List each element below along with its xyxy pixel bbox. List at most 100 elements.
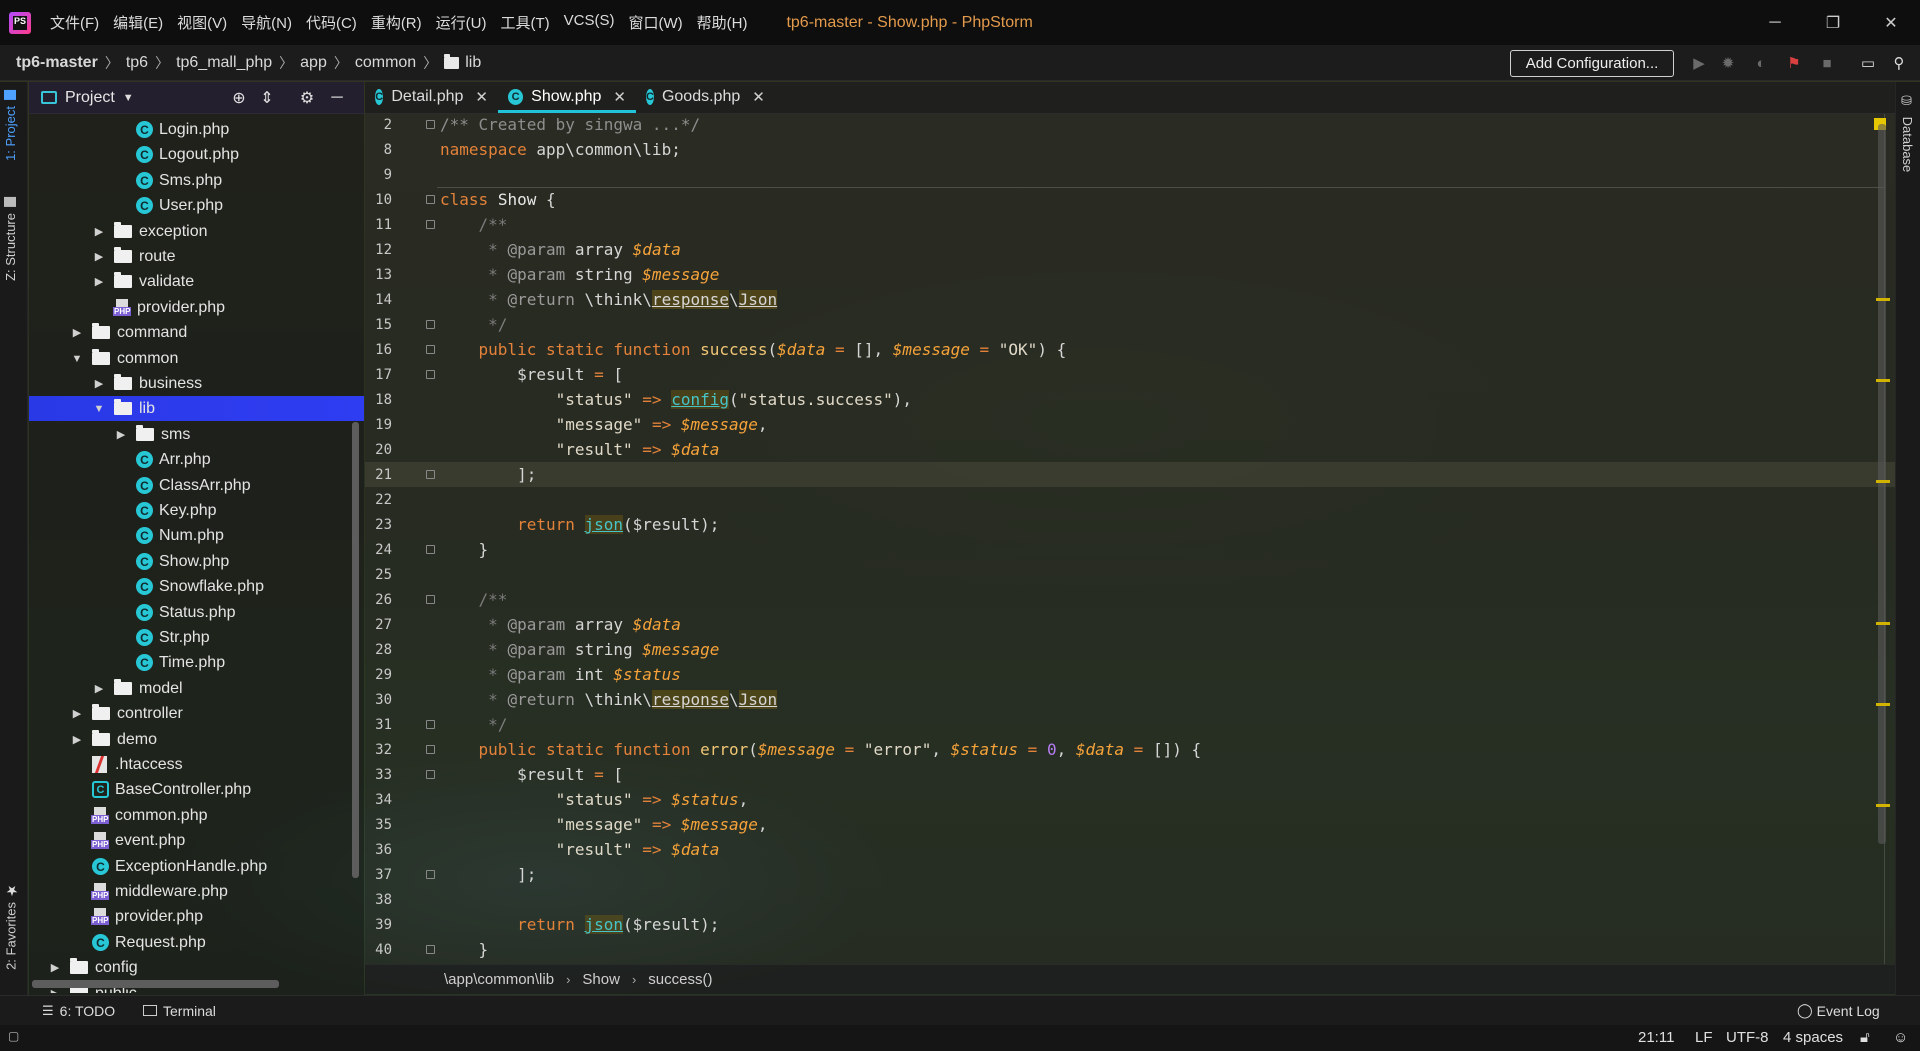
chevron-right-icon[interactable]: ▶ (114, 428, 128, 441)
crumb-app[interactable]: app (300, 54, 327, 72)
chevron-right-icon[interactable]: ▶ (92, 377, 106, 390)
tree-file-arr-php[interactable]: C Arr.php (29, 447, 364, 472)
code-line[interactable]: 8 namespace app\common\lib; (365, 137, 1895, 162)
menu-file[interactable]: 文件(F) (43, 12, 106, 33)
line-number[interactable]: 16 (366, 342, 392, 358)
add-configuration-button[interactable]: Add Configuration... (1510, 50, 1674, 77)
line-number[interactable]: 15 (366, 317, 392, 333)
code-line[interactable]: 30 * @return \think\response\Json (365, 687, 1895, 712)
warning-marker[interactable] (1876, 703, 1890, 706)
tree-folder-demo[interactable]: ▶ demo (29, 727, 364, 752)
line-number[interactable]: 40 (366, 942, 392, 958)
menu-run[interactable]: 运行(U) (429, 12, 494, 33)
code-line[interactable]: 16 public static function success($data … (365, 337, 1895, 362)
restore-button[interactable]: ❐ (1804, 0, 1862, 45)
tree-file-exceptionhandle-php[interactable]: C ExceptionHandle.php (29, 854, 364, 879)
line-number[interactable]: 30 (366, 692, 392, 708)
fold-marker-icon[interactable] (426, 720, 435, 729)
phpstorm-logo-icon[interactable]: PS (9, 11, 31, 34)
tree-folder-route[interactable]: ▶ route (29, 244, 364, 269)
tree-file-classarr-php[interactable]: C ClassArr.php (29, 473, 364, 498)
locate-icon[interactable]: ⊕ (229, 88, 249, 108)
code-line[interactable]: 2 /** Created by singwa ...*/ (365, 114, 1895, 137)
code-line[interactable]: 19 "message" => $message, (365, 412, 1895, 437)
line-number[interactable]: 22 (366, 492, 392, 508)
line-number[interactable]: 37 (366, 867, 392, 883)
fold-marker-icon[interactable] (426, 195, 435, 204)
run-icon[interactable]: ▶ (1689, 53, 1709, 73)
collapse-all-icon[interactable]: ⇕ (257, 88, 277, 108)
fold-marker-icon[interactable] (426, 370, 435, 379)
tree-folder-validate[interactable]: ▶ validate (29, 269, 364, 294)
tree-file--htaccess[interactable]: .htaccess (29, 752, 364, 777)
code-line[interactable]: 22 (365, 487, 1895, 512)
fold-marker-icon[interactable] (426, 595, 435, 604)
line-number[interactable]: 28 (366, 642, 392, 658)
line-number[interactable]: 21 (366, 467, 392, 483)
caret-position[interactable]: 21:11 (1638, 1029, 1674, 1046)
tree-file-num-php[interactable]: C Num.php (29, 523, 364, 548)
tree-folder-exception[interactable]: ▶ exception (29, 219, 364, 244)
line-number[interactable]: 32 (366, 742, 392, 758)
crumb-common[interactable]: common (355, 54, 416, 72)
close-icon[interactable]: ✕ (752, 88, 765, 106)
tree-file-provider-php[interactable]: provider.php (29, 904, 364, 929)
code-line[interactable]: 20 "result" => $data (365, 437, 1895, 462)
fold-marker-icon[interactable] (426, 320, 435, 329)
line-number[interactable]: 13 (366, 267, 392, 283)
tab-favorites-tool[interactable]: 2: Favorites ★ (3, 882, 19, 970)
code-line[interactable]: 36 "result" => $data (365, 837, 1895, 862)
tree-file-status-php[interactable]: C Status.php (29, 600, 364, 625)
tree-file-common-php[interactable]: common.php (29, 803, 364, 828)
fold-marker-icon[interactable] (426, 770, 435, 779)
inspector-icon[interactable]: ☺ (1893, 1029, 1908, 1046)
chevron-right-icon[interactable]: ▶ (92, 250, 106, 263)
menu-refactor[interactable]: 重构(R) (364, 12, 429, 33)
fold-marker-icon[interactable] (426, 220, 435, 229)
chevron-right-icon[interactable]: ▶ (70, 733, 84, 746)
line-number[interactable]: 33 (366, 767, 392, 783)
tree-folder-common[interactable]: ▼ common (29, 346, 364, 371)
crumb-tp6[interactable]: tp6 (126, 54, 148, 72)
code-editor[interactable]: 2 /** Created by singwa ...*/ 8 namespace a… (365, 114, 1895, 964)
tree-folder-model[interactable]: ▶ model (29, 676, 364, 701)
tree-folder-controller[interactable]: ▶ controller (29, 701, 364, 726)
gear-icon[interactable]: ⚙ (297, 88, 317, 108)
menu-tools[interactable]: 工具(T) (493, 12, 556, 33)
code-line[interactable]: 40 } (365, 937, 1895, 962)
warning-marker[interactable] (1876, 379, 1890, 382)
chevron-right-icon[interactable]: ▶ (92, 225, 106, 238)
crumb-class[interactable]: Show (582, 971, 620, 988)
warning-marker[interactable] (1876, 804, 1890, 807)
menu-view[interactable]: 视图(V) (170, 12, 234, 33)
fold-marker-icon[interactable] (426, 345, 435, 354)
line-number[interactable]: 31 (366, 717, 392, 733)
tab-detail-php[interactable]: C Detail.php ✕ (365, 81, 498, 113)
menu-vcs[interactable]: VCS(S) (557, 12, 622, 33)
fold-marker-icon[interactable] (426, 870, 435, 879)
chevron-down-icon[interactable]: ▼ (92, 403, 106, 415)
code-line[interactable]: 18 "status" => config("status.success"), (365, 387, 1895, 412)
stop-icon[interactable]: ■ (1817, 53, 1837, 73)
code-line[interactable]: 37 ]; (365, 862, 1895, 887)
line-number[interactable]: 23 (366, 517, 392, 533)
code-line[interactable]: 11 /** (365, 212, 1895, 237)
code-line[interactable]: 17 $result = [ (365, 362, 1895, 387)
line-number[interactable]: 34 (366, 792, 392, 808)
line-number[interactable]: 8 (366, 142, 392, 158)
warning-marker[interactable] (1876, 480, 1890, 483)
code-line[interactable]: 39 return json($result); (365, 912, 1895, 937)
line-number[interactable]: 14 (366, 292, 392, 308)
line-number[interactable]: 9 (366, 167, 392, 183)
terminal-tool-button[interactable]: Terminal (143, 1003, 216, 1019)
line-number[interactable]: 17 (366, 367, 392, 383)
tree-horizontal-scrollbar[interactable] (32, 980, 279, 988)
chevron-down-icon[interactable]: ▼ (123, 92, 134, 104)
code-line[interactable]: 15 */ (365, 312, 1895, 337)
fold-marker-icon[interactable] (426, 745, 435, 754)
code-line[interactable]: 12 * @param array $data (365, 237, 1895, 262)
tree-file-snowflake-php[interactable]: C Snowflake.php (29, 574, 364, 599)
chevron-right-icon[interactable]: ▶ (48, 961, 62, 974)
code-line[interactable]: 33 $result = [ (365, 762, 1895, 787)
tree-file-request-php[interactable]: C Request.php (29, 930, 364, 955)
